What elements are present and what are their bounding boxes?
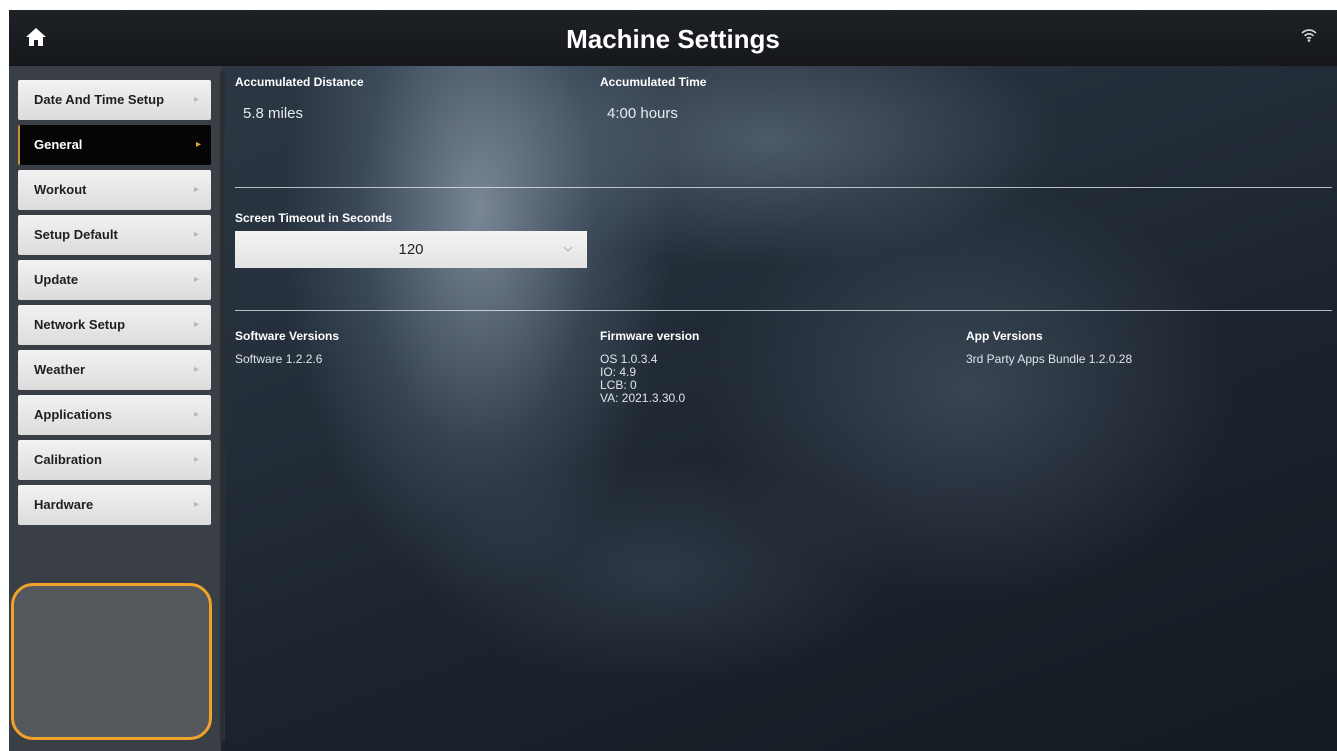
app-versions-value: 3rd Party Apps Bundle 1.2.0.28 xyxy=(966,352,1133,366)
sidebar-item-applications[interactable]: Applications ▸ xyxy=(18,395,211,435)
sidebar-item-label: General xyxy=(34,137,83,152)
sidebar-item-label: Update xyxy=(34,272,79,287)
software-version-value: Software 1.2.2.6 xyxy=(235,352,323,366)
sidebar-item-label: Workout xyxy=(34,182,87,197)
sidebar-item-network-setup[interactable]: Network Setup ▸ xyxy=(18,305,211,345)
sidebar-item-label: Weather xyxy=(34,362,86,377)
chevron-right-icon: ▸ xyxy=(194,94,200,105)
sidebar-item-label: Applications xyxy=(34,407,113,422)
screen-timeout-label: Screen Timeout in Seconds xyxy=(235,211,393,225)
chevron-right-icon: ▸ xyxy=(196,139,202,150)
firmware-os-version: OS 1.0.3.4 xyxy=(600,352,658,366)
section-divider xyxy=(235,310,1332,311)
chevron-right-icon: ▸ xyxy=(194,184,200,195)
accumulated-distance-label: Accumulated Distance xyxy=(235,75,364,89)
sidebar-item-date-and-time-setup[interactable]: Date And Time Setup ▸ xyxy=(18,80,211,120)
sidebar-item-workout[interactable]: Workout ▸ xyxy=(18,170,211,210)
firmware-io-version: IO: 4.9 xyxy=(600,365,637,379)
sidebar-item-label: Date And Time Setup xyxy=(34,92,165,107)
section-divider xyxy=(235,187,1332,188)
sidebar-item-general[interactable]: General ▸ xyxy=(18,125,211,165)
firmware-version-label: Firmware version xyxy=(600,329,700,343)
chevron-right-icon: ▸ xyxy=(194,319,200,330)
sidebar-item-label: Setup Default xyxy=(34,227,118,242)
firmware-va-version: VA: 2021.3.30.0 xyxy=(600,391,686,405)
sidebar-item-label: Hardware xyxy=(34,497,94,512)
accumulated-distance-value: 5.8 miles xyxy=(243,105,304,122)
highlighted-empty-slot xyxy=(11,583,212,740)
chevron-right-icon: ▸ xyxy=(194,364,200,375)
sidebar-item-hardware[interactable]: Hardware ▸ xyxy=(18,485,211,525)
top-bar: Machine Settings xyxy=(9,10,1337,66)
sidebar-scrollbar[interactable] xyxy=(220,71,225,741)
screen-timeout-select[interactable]: 120 xyxy=(235,231,587,268)
sidebar-item-update[interactable]: Update ▸ xyxy=(18,260,211,300)
machine-settings-screen: Machine Settings Date And Time Setup ▸ G… xyxy=(9,10,1337,751)
chevron-down-icon xyxy=(563,246,573,252)
sidebar-item-weather[interactable]: Weather ▸ xyxy=(18,350,211,390)
page-title: Machine Settings xyxy=(566,24,780,54)
chevron-right-icon: ▸ xyxy=(194,229,200,240)
chevron-right-icon: ▸ xyxy=(194,454,200,465)
wifi-icon xyxy=(1301,29,1317,42)
firmware-lcb-version: LCB: 0 xyxy=(600,378,637,392)
accumulated-time-label: Accumulated Time xyxy=(600,75,707,89)
sidebar-item-label: Network Setup xyxy=(34,317,126,332)
sidebar-item-calibration[interactable]: Calibration ▸ xyxy=(18,440,211,480)
screen-timeout-selected-value: 120 xyxy=(398,241,424,258)
software-versions-label: Software Versions xyxy=(235,329,340,343)
app-versions-label: App Versions xyxy=(966,329,1043,343)
sidebar-item-label: Calibration xyxy=(34,452,102,467)
chevron-right-icon: ▸ xyxy=(194,409,200,420)
chevron-right-icon: ▸ xyxy=(194,499,200,510)
chevron-right-icon: ▸ xyxy=(194,274,200,285)
accumulated-time-value: 4:00 hours xyxy=(607,105,678,122)
settings-sidebar: Date And Time Setup ▸ General ▸ Workout … xyxy=(9,66,221,751)
sidebar-item-setup-default[interactable]: Setup Default ▸ xyxy=(18,215,211,255)
